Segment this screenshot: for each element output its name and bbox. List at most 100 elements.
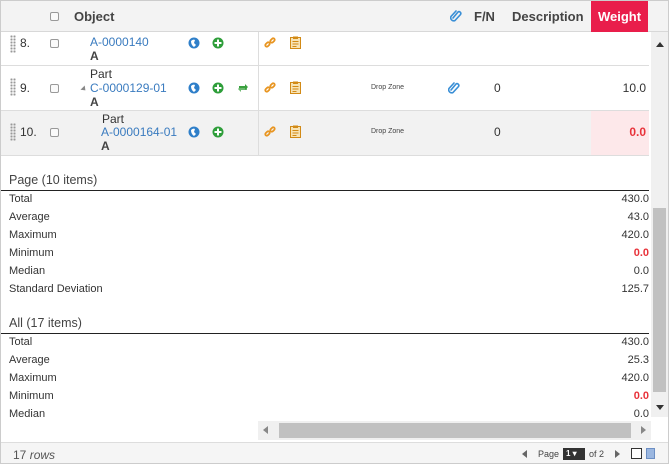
row-count: 17 rows bbox=[13, 448, 55, 462]
drag-handle[interactable] bbox=[10, 78, 16, 96]
paperclip-icon[interactable] bbox=[447, 81, 460, 94]
object-type: Part bbox=[90, 67, 113, 81]
summary-label: Standard Deviation bbox=[9, 283, 103, 295]
summary-label: Median bbox=[9, 408, 46, 420]
row-number: 9. bbox=[20, 81, 31, 95]
row-checkbox[interactable] bbox=[50, 39, 59, 48]
link-icon[interactable] bbox=[264, 82, 276, 94]
scroll-up-icon[interactable] bbox=[656, 42, 664, 47]
scroll-thumb[interactable] bbox=[279, 423, 631, 438]
drop-zone[interactable]: Drop Zone bbox=[371, 128, 404, 135]
weight-value[interactable]: 0.0 bbox=[629, 125, 646, 139]
horizontal-scrollbar[interactable] bbox=[258, 421, 651, 440]
table-row[interactable]: 8. A-0000140 A bbox=[1, 32, 649, 66]
scroll-right-icon[interactable] bbox=[641, 426, 646, 434]
row-number: 8. bbox=[20, 36, 31, 50]
row-checkbox[interactable] bbox=[50, 128, 59, 137]
revision: A bbox=[90, 49, 99, 63]
summary-label: Minimum bbox=[9, 247, 54, 259]
row-number: 10. bbox=[20, 125, 37, 139]
prev-page-icon[interactable] bbox=[522, 450, 527, 458]
find-number[interactable]: 0 bbox=[494, 81, 501, 95]
next-page-icon[interactable] bbox=[615, 450, 620, 458]
clipboard-icon[interactable] bbox=[290, 125, 302, 138]
grid-footer: 17 rows Page 1 ▾ of 2 bbox=[1, 442, 668, 463]
row-count-label: rows bbox=[29, 448, 56, 462]
clipboard-icon[interactable] bbox=[290, 81, 302, 94]
link-icon[interactable] bbox=[264, 37, 276, 49]
column-header-weight[interactable]: Weight bbox=[591, 1, 648, 32]
object-type: Part bbox=[102, 112, 125, 126]
summary-value: 420.0 bbox=[621, 229, 649, 241]
find-number[interactable]: 0 bbox=[494, 125, 501, 139]
summary-label: Median bbox=[9, 265, 46, 277]
summary-label: Average bbox=[9, 354, 50, 366]
globe-icon[interactable] bbox=[188, 37, 200, 49]
column-divider bbox=[258, 111, 259, 156]
scroll-thumb[interactable] bbox=[653, 208, 666, 392]
add-icon[interactable] bbox=[212, 126, 224, 138]
summary-value: 0.0 bbox=[633, 265, 649, 277]
scroll-down-icon[interactable] bbox=[656, 405, 664, 410]
summary-value: 420.0 bbox=[621, 372, 649, 384]
add-icon[interactable] bbox=[212, 82, 224, 94]
divider bbox=[1, 333, 649, 334]
summary-label: Minimum bbox=[9, 390, 54, 402]
scroll-left-icon[interactable] bbox=[263, 426, 268, 434]
page-total: of 2 bbox=[589, 449, 605, 459]
summary-title: All (17 items) bbox=[9, 316, 82, 330]
expand-icon[interactable] bbox=[80, 85, 88, 93]
vertical-scrollbar[interactable] bbox=[651, 32, 668, 417]
summary-label: Total bbox=[9, 193, 33, 205]
summary-label: Maximum bbox=[9, 229, 57, 241]
column-divider bbox=[258, 32, 259, 66]
summary-label: Average bbox=[9, 211, 50, 223]
summary-value: 430.0 bbox=[621, 336, 649, 348]
part-id-link[interactable]: C-0000129-01 bbox=[90, 81, 167, 95]
part-id-link[interactable]: A-0000164-01 bbox=[101, 125, 177, 139]
page-select[interactable]: 1 ▾ bbox=[563, 448, 585, 460]
link-icon[interactable] bbox=[264, 126, 276, 138]
divider bbox=[1, 190, 649, 191]
column-header-fn[interactable]: F/N bbox=[474, 9, 495, 24]
all-summary: All (17 items) Total 430.0 Average 25.3 … bbox=[1, 314, 649, 420]
summary-value: 0.0 bbox=[633, 390, 649, 402]
table-row[interactable]: 9. Part C-0000129-01 A Drop Zone 0 10.0 bbox=[1, 66, 649, 111]
weight-value[interactable]: 10.0 bbox=[623, 81, 646, 95]
summary-label: Maximum bbox=[9, 372, 57, 384]
summary-label: Total bbox=[9, 336, 33, 348]
part-id-link[interactable]: A-0000140 bbox=[90, 35, 149, 49]
summary-value: 0.0 bbox=[633, 408, 649, 420]
column-header-description[interactable]: Description bbox=[512, 9, 584, 24]
drop-zone[interactable]: Drop Zone bbox=[371, 84, 404, 91]
revision: A bbox=[90, 95, 99, 109]
drag-handle[interactable] bbox=[10, 35, 16, 53]
globe-icon[interactable] bbox=[188, 126, 200, 138]
row-checkbox[interactable] bbox=[50, 84, 59, 93]
revision: A bbox=[101, 139, 110, 153]
column-header-object[interactable]: Object bbox=[74, 9, 114, 24]
add-icon[interactable] bbox=[212, 37, 224, 49]
summary-value: 25.3 bbox=[627, 354, 649, 366]
grid-header: Object F/N Description Weight bbox=[1, 1, 668, 32]
summary-value: 430.0 bbox=[621, 193, 649, 205]
summary-value: 125.7 bbox=[621, 283, 649, 295]
summary-value: 0.0 bbox=[633, 247, 649, 259]
page-label: Page bbox=[538, 449, 560, 459]
page-select-value: 1 bbox=[566, 449, 571, 458]
drag-handle[interactable] bbox=[10, 123, 16, 141]
paperclip-icon[interactable] bbox=[449, 9, 462, 26]
clipboard-icon[interactable] bbox=[290, 36, 302, 49]
row-count-value: 17 bbox=[13, 448, 27, 462]
view-mode-icon[interactable] bbox=[631, 448, 642, 459]
globe-icon[interactable] bbox=[188, 82, 200, 94]
select-all-checkbox[interactable] bbox=[50, 12, 59, 21]
bom-grid: Object F/N Description Weight 8. A-00001… bbox=[0, 0, 669, 464]
column-divider bbox=[258, 66, 259, 111]
replace-icon[interactable] bbox=[237, 82, 249, 94]
export-icon[interactable] bbox=[646, 448, 655, 459]
summary-title: Page (10 items) bbox=[9, 173, 98, 187]
page-summary: Page (10 items) Total 430.0 Average 43.0… bbox=[1, 171, 649, 301]
summary-value: 43.0 bbox=[627, 211, 649, 223]
table-row[interactable]: 10. Part A-0000164-01 A Drop Zone 0 0.0 bbox=[1, 111, 649, 156]
